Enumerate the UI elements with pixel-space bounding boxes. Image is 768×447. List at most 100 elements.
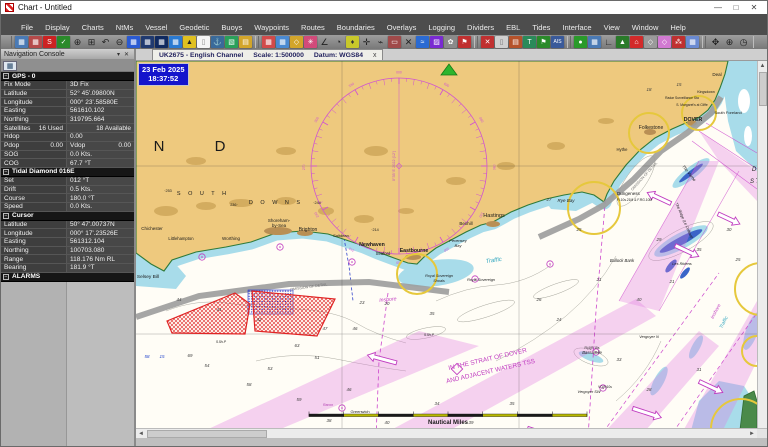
grid-red-icon[interactable]: ▦ [262, 36, 275, 48]
section-header[interactable]: −ALARMS [1, 273, 134, 282]
menu-item-routes[interactable]: Routes [295, 22, 331, 33]
menu-item-interface[interactable]: Interface [556, 22, 597, 33]
harbour-icon[interactable]: ⌂ [630, 36, 643, 48]
menu-item-boundaries[interactable]: Boundaries [331, 22, 381, 33]
chart-day-icon[interactable]: ▦ [127, 36, 140, 48]
scatter-icon[interactable]: ⁂ [672, 36, 685, 48]
lamp-icon[interactable]: ♦ [346, 36, 359, 48]
chart-catalogue-icon[interactable]: ▦ [29, 36, 42, 48]
zoom-out-icon[interactable]: ⊖ [113, 36, 126, 48]
track-icon[interactable]: ⌁ [374, 36, 387, 48]
panel-grid-icon[interactable]: ▦ [3, 61, 17, 71]
grid-blue-icon[interactable]: ▦ [686, 36, 699, 48]
collapse-icon[interactable]: − [3, 213, 9, 219]
dividers-icon[interactable]: ✕ [402, 36, 415, 48]
minimize-button[interactable]: — [709, 2, 727, 13]
nautical-chart[interactable]: 000030060090120150180210240270300330 [136, 61, 757, 438]
mark-icon[interactable]: ⚑ [537, 36, 550, 48]
tides-icon[interactable]: ≈ [416, 36, 429, 48]
display-panel-icon[interactable]: ▦ [588, 36, 601, 48]
chart-label: DOVER [684, 117, 703, 123]
menu-item-ntms[interactable]: NtMs [110, 22, 140, 33]
menu-item-dividers[interactable]: Dividers [461, 22, 500, 33]
section-header[interactable]: −GPS - 0 [1, 72, 134, 81]
ais-icon[interactable]: AIS [551, 36, 564, 48]
stm-icon[interactable]: S [43, 36, 56, 48]
export-icon[interactable]: ▤ [509, 36, 522, 48]
data-row: Range118.176 Nm RL [1, 255, 134, 264]
chart-label: Brighton [299, 227, 318, 233]
chart-night-icon[interactable]: ▦ [155, 36, 168, 48]
menu-item-ebl[interactable]: EBL [500, 22, 526, 33]
collapse-icon[interactable]: − [3, 274, 9, 280]
chart-check-icon[interactable]: ✓ [57, 36, 70, 48]
chart-label: 42 [257, 317, 262, 322]
chart-label: 25 [735, 257, 741, 262]
menu-item-file[interactable]: File [15, 22, 39, 33]
section-header[interactable]: −Tidal Diamond 016E [1, 168, 134, 177]
magnify-icon[interactable]: ⊕ [723, 36, 736, 48]
menu-item-geodetic[interactable]: Geodetic [173, 22, 215, 33]
close-chart-icon[interactable]: ✕ [481, 36, 494, 48]
panel-pin-icon[interactable]: ▾ [115, 51, 122, 58]
waypoint-icon[interactable]: ◇ [290, 36, 303, 48]
blank-sheet-icon[interactable]: ▯ [197, 36, 210, 48]
chart-label: Worthing [222, 236, 240, 241]
menu-item-vessel[interactable]: Vessel [139, 22, 173, 33]
section-header[interactable]: −Cursor [1, 212, 134, 221]
maximize-button[interactable]: □ [727, 2, 745, 13]
diamond-pink-icon[interactable]: ◇ [658, 36, 671, 48]
chart-label: 40 [637, 297, 642, 302]
boundary-icon[interactable]: ▭ [388, 36, 401, 48]
route-chart-icon[interactable]: ▦ [276, 36, 289, 48]
zoom-in-icon[interactable]: ⊕ [71, 36, 84, 48]
pan-icon[interactable]: ✥ [709, 36, 722, 48]
alarm-icon[interactable]: ▲ [183, 36, 196, 48]
gps-status-icon[interactable]: ● [574, 36, 587, 48]
menu-item-waypoints[interactable]: Waypoints [248, 22, 295, 33]
close-button[interactable]: ✕ [745, 2, 763, 13]
zoom-area-icon[interactable]: ⊞ [85, 36, 98, 48]
panel-close-icon[interactable]: ✕ [122, 51, 131, 58]
sheet-ghost-icon[interactable]: ▯ [495, 36, 508, 48]
gear-icon[interactable]: ✿ [444, 36, 457, 48]
horizontal-scrollbar[interactable]: ◄ ► [136, 429, 757, 438]
target-icon[interactable]: ✛ [360, 36, 373, 48]
land-icon[interactable]: ▲ [616, 36, 629, 48]
chart-dusk-icon[interactable]: ▦ [141, 36, 154, 48]
pattern-icon[interactable]: ✳ [304, 36, 317, 48]
diamond-grey-icon[interactable]: ◇ [644, 36, 657, 48]
tab-close-icon[interactable]: x [373, 52, 377, 59]
menu-item-help[interactable]: Help [664, 22, 691, 33]
menu-item-window[interactable]: Window [626, 22, 665, 33]
window-title: Chart - Untitled [18, 3, 72, 12]
chart-palette-icon[interactable]: ▦ [169, 36, 182, 48]
clock-compass-icon[interactable]: ◷ [737, 36, 750, 48]
vessel-icon[interactable]: ⚓ [211, 36, 224, 48]
menu-item-tides[interactable]: Tides [526, 22, 556, 33]
folder-icon[interactable]: ▤ [239, 36, 252, 48]
chart-tab[interactable]: UK2675 - English Channel Scale: 1:500000… [152, 49, 383, 60]
menu-item-charts[interactable]: Charts [76, 22, 110, 33]
zoom-prev-icon[interactable]: ↶ [99, 36, 112, 48]
chart-label: 46 [347, 387, 352, 392]
logging-icon[interactable]: ▨ [430, 36, 443, 48]
menu-item-view[interactable]: View [598, 22, 626, 33]
vertical-scrollbar[interactable]: ▲ ▼ [757, 61, 767, 438]
open-chart-icon[interactable]: ▦ [15, 36, 28, 48]
vrm-icon[interactable]: ◔ [332, 36, 345, 48]
ruler-icon[interactable]: ∟ [602, 36, 615, 48]
chart-canvas[interactable]: 000030060090120150180210240270300330 [136, 61, 757, 438]
menu-item-logging[interactable]: Logging [422, 22, 461, 33]
menu-item-overlays[interactable]: Overlays [381, 22, 423, 33]
collapse-icon[interactable]: − [3, 73, 9, 79]
overlay-icon[interactable]: ▧ [225, 36, 238, 48]
chart-label: 39 [469, 420, 474, 425]
collapse-icon[interactable]: − [3, 169, 9, 175]
tools-icon[interactable]: T [523, 36, 536, 48]
menu-item-display[interactable]: Display [39, 22, 76, 33]
ebl-icon[interactable]: ∠ [318, 36, 331, 48]
menu-item-buoys[interactable]: Buoys [215, 22, 248, 33]
title-bar: Chart - Untitled — □ ✕ [1, 1, 767, 14]
flag-icon[interactable]: ⚑ [458, 36, 471, 48]
